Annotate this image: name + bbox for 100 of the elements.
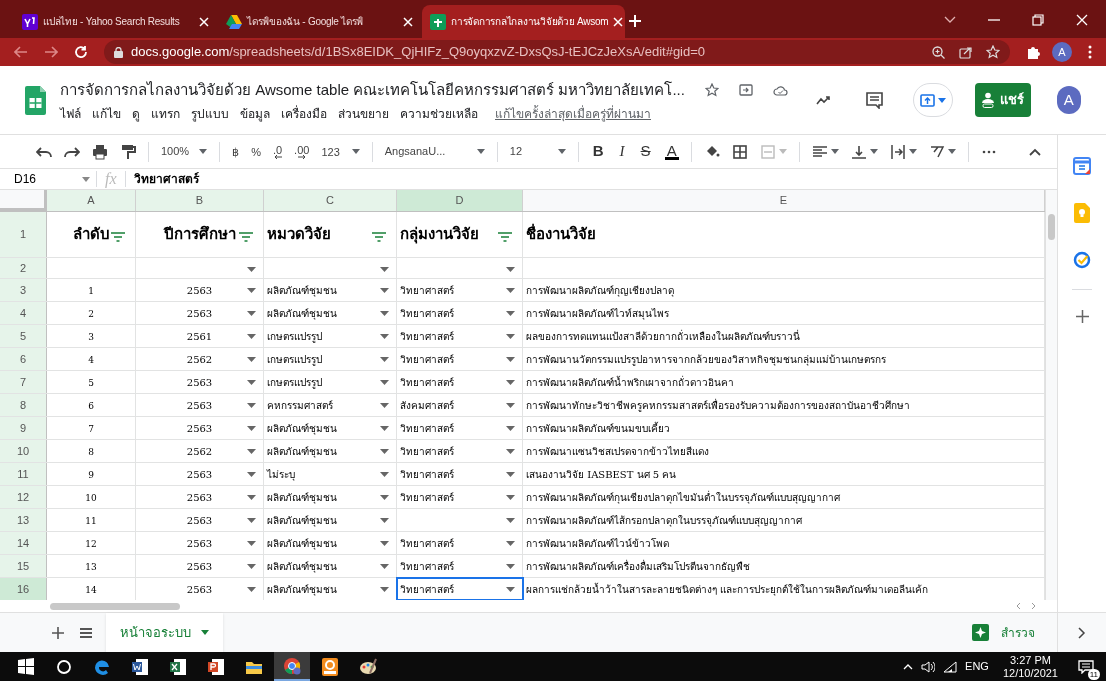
name-box[interactable]: D16: [0, 170, 96, 188]
add-icon[interactable]: [1075, 310, 1089, 323]
filter-icon[interactable]: [111, 232, 125, 242]
menu-item[interactable]: ความช่วยเหลือ: [400, 105, 478, 124]
dropdown-arrow-icon[interactable]: [247, 426, 256, 431]
menu-item[interactable]: ไฟล์: [60, 105, 81, 124]
text-style-button[interactable]: S: [638, 140, 653, 163]
close-icon[interactable]: [199, 16, 209, 27]
dropdown-arrow-icon[interactable]: [506, 449, 515, 454]
number-format-button[interactable]: %: [251, 145, 261, 158]
dropdown-arrow-icon[interactable]: [380, 518, 389, 523]
forward-icon[interactable]: [44, 46, 58, 58]
text-rotation-icon[interactable]: [928, 143, 945, 160]
account-avatar[interactable]: A: [1056, 86, 1081, 114]
vertical-scrollbar[interactable]: [1048, 214, 1055, 240]
document-title[interactable]: การจัดการกลไกลงานวิจัยด้วย Awsome table คณะเทคโนโลยีคหกรรมศาสตร์ มหาวิทยาลัยเทคโ...: [60, 78, 685, 102]
sheets-logo-icon[interactable]: [25, 85, 46, 115]
restore-icon[interactable]: [1032, 14, 1044, 26]
dropdown-arrow-icon[interactable]: [247, 449, 256, 454]
dropdown-arrow-icon[interactable]: [506, 541, 515, 546]
menu-item[interactable]: ดู: [132, 105, 140, 124]
folder-move-icon[interactable]: [738, 84, 753, 96]
close-icon[interactable]: [613, 16, 624, 27]
add-sheet-icon[interactable]: [52, 626, 64, 639]
dropdown-arrow-icon[interactable]: [380, 449, 389, 454]
sheet-tab[interactable]: หน้าจอระบบ: [106, 612, 223, 653]
dropdown-arrow-icon[interactable]: [506, 564, 515, 569]
align-left-icon[interactable]: [811, 143, 828, 160]
row-header[interactable]: 13: [0, 509, 47, 531]
menu-item[interactable]: ส่วนขยาย: [338, 105, 389, 124]
profile-avatar[interactable]: A: [1052, 42, 1072, 62]
menu-item[interactable]: แก้ไข: [92, 105, 121, 124]
dropdown-arrow-icon[interactable]: [506, 380, 515, 385]
all-sheets-icon[interactable]: [80, 627, 92, 638]
row-header[interactable]: 14: [0, 532, 47, 554]
dropdown-arrow-icon[interactable]: [247, 267, 256, 272]
chevron-down-icon[interactable]: [944, 16, 956, 24]
row-header[interactable]: 4: [0, 302, 47, 324]
menu-item[interactable]: รูปแบบ: [191, 105, 229, 124]
row-header[interactable]: 7: [0, 371, 47, 393]
caret-icon[interactable]: [869, 149, 878, 154]
dropdown-arrow-icon[interactable]: [506, 357, 515, 362]
dropdown-arrow-icon[interactable]: [380, 357, 389, 362]
row-header[interactable]: 11: [0, 463, 47, 485]
back-icon[interactable]: [14, 46, 28, 58]
scroll-right-icon[interactable]: [1029, 602, 1037, 610]
dropdown-arrow-icon[interactable]: [247, 472, 256, 477]
dropdown-arrow-icon[interactable]: [247, 495, 256, 500]
row-header[interactable]: 9: [0, 417, 47, 439]
address-bar[interactable]: docs.google.com/spreadsheets/d/1BSx8EIDK_QjHIFz_Q9oyqxzvZ-DxsQsJ-tEJCzJeXsA/edit#gid=0: [104, 40, 1010, 64]
star-icon[interactable]: [704, 83, 719, 97]
close-icon[interactable]: [1076, 14, 1088, 26]
more-icon[interactable]: [1088, 45, 1092, 59]
horizontal-scrollbar[interactable]: [50, 602, 180, 610]
text-wrap-icon[interactable]: [889, 143, 906, 160]
font-size-dropdown[interactable]: 12: [509, 143, 566, 160]
chevron-right-icon[interactable]: [1078, 626, 1086, 639]
row-header[interactable]: 1: [0, 212, 47, 257]
menu-item[interactable]: เครื่องมือ: [281, 105, 327, 124]
dropdown-arrow-icon[interactable]: [247, 334, 256, 339]
volume-icon[interactable]: [921, 660, 936, 673]
row-header[interactable]: 5: [0, 325, 47, 347]
column-header[interactable]: A: [47, 190, 136, 211]
row-header[interactable]: 16: [0, 578, 47, 600]
dropdown-arrow-icon[interactable]: [506, 311, 515, 316]
caret-icon[interactable]: [199, 149, 208, 154]
formula-input[interactable]: วิทยาศาสตร์: [125, 170, 199, 188]
caret-icon[interactable]: [557, 149, 566, 154]
chevron-up-icon[interactable]: [903, 663, 914, 670]
share-icon[interactable]: [959, 45, 972, 59]
column-header[interactable]: C: [264, 190, 397, 211]
reload-icon[interactable]: [74, 45, 88, 59]
dropdown-arrow-icon[interactable]: [247, 587, 256, 592]
new-tab-icon[interactable]: [628, 14, 642, 28]
number-format-button[interactable]: ฿: [232, 145, 240, 158]
dropdown-arrow-icon[interactable]: [506, 518, 515, 523]
dropdown-arrow-icon[interactable]: [380, 472, 389, 477]
scroll-left-icon[interactable]: [1015, 602, 1023, 610]
trend-icon[interactable]: [815, 95, 832, 105]
row-header[interactable]: 2: [0, 258, 47, 278]
dropdown-arrow-icon[interactable]: [380, 288, 389, 293]
browser-tab[interactable]: การจัดการกลไกลงานวิจัยด้วย Awsom: [422, 5, 625, 38]
dropdown-arrow-icon[interactable]: [380, 380, 389, 385]
dropdown-arrow-icon[interactable]: [247, 403, 256, 408]
dropdown-arrow-icon[interactable]: [380, 311, 389, 316]
collapse-icon[interactable]: [1029, 147, 1041, 156]
clock[interactable]: 3:27 PM 12/10/2021: [996, 653, 1064, 680]
dropdown-arrow-icon[interactable]: [506, 267, 515, 272]
tasks-icon[interactable]: [1073, 251, 1091, 269]
menu-item[interactable]: แทรก: [151, 105, 180, 124]
caret-icon[interactable]: [476, 149, 485, 154]
merge-cells-icon[interactable]: [759, 143, 776, 160]
number-format-button[interactable]: .00: [294, 144, 310, 159]
dropdown-arrow-icon[interactable]: [380, 541, 389, 546]
explore-button[interactable]: สำรวจ: [972, 623, 1035, 642]
dropdown-arrow-icon[interactable]: [380, 495, 389, 500]
caret-icon[interactable]: [351, 149, 360, 154]
dropdown-arrow-icon[interactable]: [380, 403, 389, 408]
column-header[interactable]: B: [136, 190, 264, 211]
row-header[interactable]: 10: [0, 440, 47, 462]
